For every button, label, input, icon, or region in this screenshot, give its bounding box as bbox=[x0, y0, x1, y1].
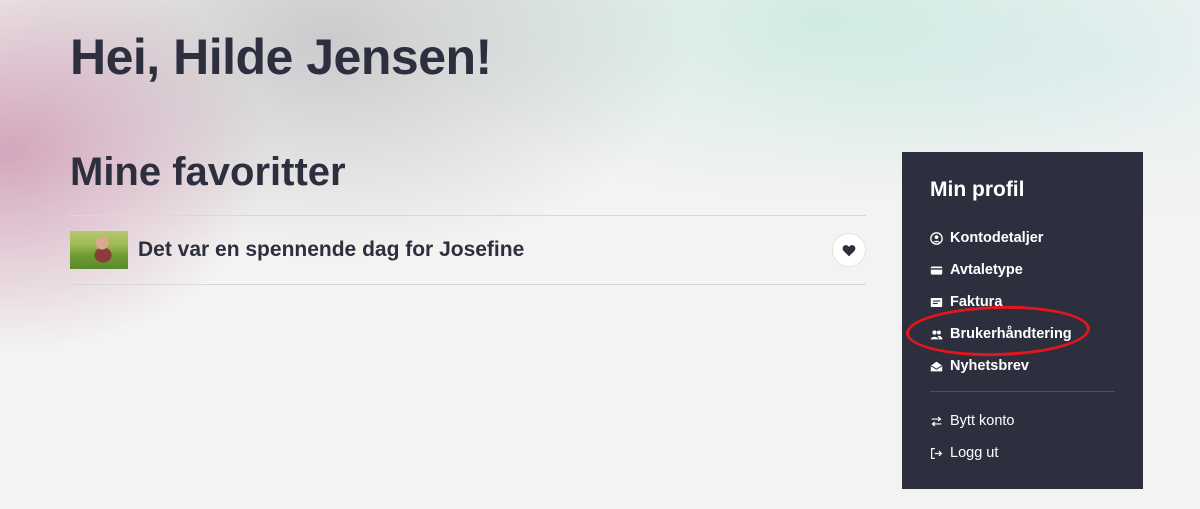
envelope-open-icon bbox=[930, 360, 943, 373]
user-circle-icon bbox=[930, 231, 943, 245]
invoice-icon bbox=[930, 296, 943, 309]
menu-item-nyhetsbrev[interactable]: Nyhetsbrev bbox=[930, 350, 1120, 382]
menu-item-label: Logg ut bbox=[950, 445, 999, 461]
menu-item-label: Kontodetaljer bbox=[950, 230, 1044, 246]
menu-item-faktura[interactable]: Faktura bbox=[930, 286, 1120, 318]
swap-icon bbox=[930, 415, 943, 428]
profile-menu: Kontodetaljer Avtaletype Faktura Brukerh… bbox=[930, 222, 1120, 382]
profile-panel-title: Min profil bbox=[930, 178, 1025, 201]
favorite-thumbnail[interactable] bbox=[70, 231, 128, 269]
profile-panel: Min profil Kontodetaljer Avtaletype Fakt… bbox=[902, 152, 1143, 489]
card-icon bbox=[930, 264, 943, 277]
menu-item-label: Avtaletype bbox=[950, 262, 1023, 278]
users-icon bbox=[930, 328, 943, 341]
menu-item-logg-ut[interactable]: Logg ut bbox=[930, 437, 1120, 469]
favorite-title[interactable]: Det var en spennende dag for Josefine bbox=[138, 238, 524, 262]
menu-item-label: Bytt konto bbox=[950, 413, 1015, 429]
menu-item-bytt-konto[interactable]: Bytt konto bbox=[930, 405, 1120, 437]
menu-item-label: Nyhetsbrev bbox=[950, 358, 1029, 374]
logout-icon bbox=[930, 447, 943, 460]
menu-divider bbox=[930, 391, 1115, 392]
menu-item-brukerhandtering[interactable]: Brukerhåndtering bbox=[930, 318, 1120, 350]
favorite-item[interactable]: Det var en spennende dag for Josefine bbox=[70, 216, 866, 284]
favorite-toggle-button[interactable] bbox=[832, 233, 866, 267]
profile-secondary-menu: Bytt konto Logg ut bbox=[930, 405, 1120, 469]
page-greeting: Hei, Hilde Jensen! bbox=[70, 29, 492, 85]
menu-item-label: Brukerhåndtering bbox=[950, 326, 1072, 342]
favorites-list: Det var en spennende dag for Josefine bbox=[70, 215, 866, 285]
heart-icon bbox=[842, 244, 856, 256]
menu-item-avtaletype[interactable]: Avtaletype bbox=[930, 254, 1120, 286]
menu-item-kontodetaljer[interactable]: Kontodetaljer bbox=[930, 222, 1120, 254]
favorites-heading: Mine favoritter bbox=[70, 150, 346, 194]
menu-item-label: Faktura bbox=[950, 294, 1003, 310]
